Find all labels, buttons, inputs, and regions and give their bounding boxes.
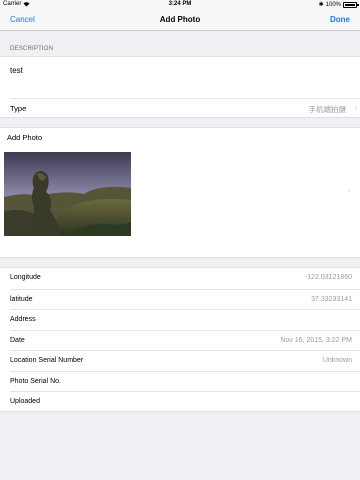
longitude-value: -122.03121860 bbox=[304, 274, 352, 281]
latitude-label: latitude bbox=[10, 295, 33, 303]
battery-percent: 100% bbox=[325, 1, 341, 8]
location-serial-row: Location Serial Number Unknown bbox=[10, 350, 360, 371]
navigation-bar: Cancel Add Photo Done bbox=[0, 10, 360, 31]
location-serial-label: Location Serial Number bbox=[10, 357, 84, 364]
bluetooth-icon: ✱ bbox=[318, 2, 324, 8]
chevron-right-icon: › bbox=[354, 103, 357, 112]
photo-serial-label: Photo Serial No. bbox=[10, 377, 61, 385]
address-row[interactable]: Address bbox=[10, 309, 360, 330]
latitude-row: latitude 37.33233141 bbox=[10, 288, 360, 310]
photo-thumbnail[interactable] bbox=[4, 152, 131, 236]
page-title: Add Photo bbox=[159, 15, 201, 24]
date-row[interactable]: Date Nov 16, 2015, 3:22 PM bbox=[10, 329, 360, 351]
landscape-image bbox=[4, 152, 131, 236]
date-value: Nov 16, 2015, 3:22 PM bbox=[280, 336, 352, 344]
latitude-value: 37.33233141 bbox=[311, 295, 352, 303]
type-label: Type bbox=[10, 104, 27, 113]
add-photo-label: Add Photo bbox=[7, 133, 43, 142]
address-label: Address bbox=[10, 316, 36, 323]
type-value: 手机端拍摄 bbox=[308, 105, 347, 114]
longitude-row: Longitude -122.03121860 bbox=[10, 268, 360, 289]
photo-group[interactable]: Add Photo › bbox=[0, 127, 360, 258]
done-button[interactable]: Done bbox=[330, 15, 350, 24]
type-row[interactable]: Type 手机端拍摄 › bbox=[10, 98, 360, 118]
description-field[interactable]: test bbox=[10, 66, 23, 75]
status-right: ✱ 100% bbox=[318, 1, 359, 8]
status-time: 3:24 PM bbox=[168, 1, 192, 7]
chevron-right-icon: › bbox=[347, 186, 350, 195]
photo-serial-row: Photo Serial No. bbox=[10, 370, 360, 392]
date-label: Date bbox=[10, 336, 25, 344]
description-header: DESCRIPTION bbox=[10, 46, 54, 52]
uploaded-row: Uploaded bbox=[10, 391, 360, 412]
description-group: test Type 手机端拍摄 › bbox=[0, 56, 360, 118]
status-bar: Carrier 3:24 PM ✱ 100% bbox=[0, 0, 360, 10]
details-group: Longitude -122.03121860 latitude 37.3323… bbox=[0, 267, 360, 412]
battery-icon bbox=[343, 1, 359, 8]
longitude-label: Longitude bbox=[10, 274, 41, 281]
uploaded-label: Uploaded bbox=[10, 398, 40, 405]
location-serial-value: Unknown bbox=[322, 357, 352, 364]
